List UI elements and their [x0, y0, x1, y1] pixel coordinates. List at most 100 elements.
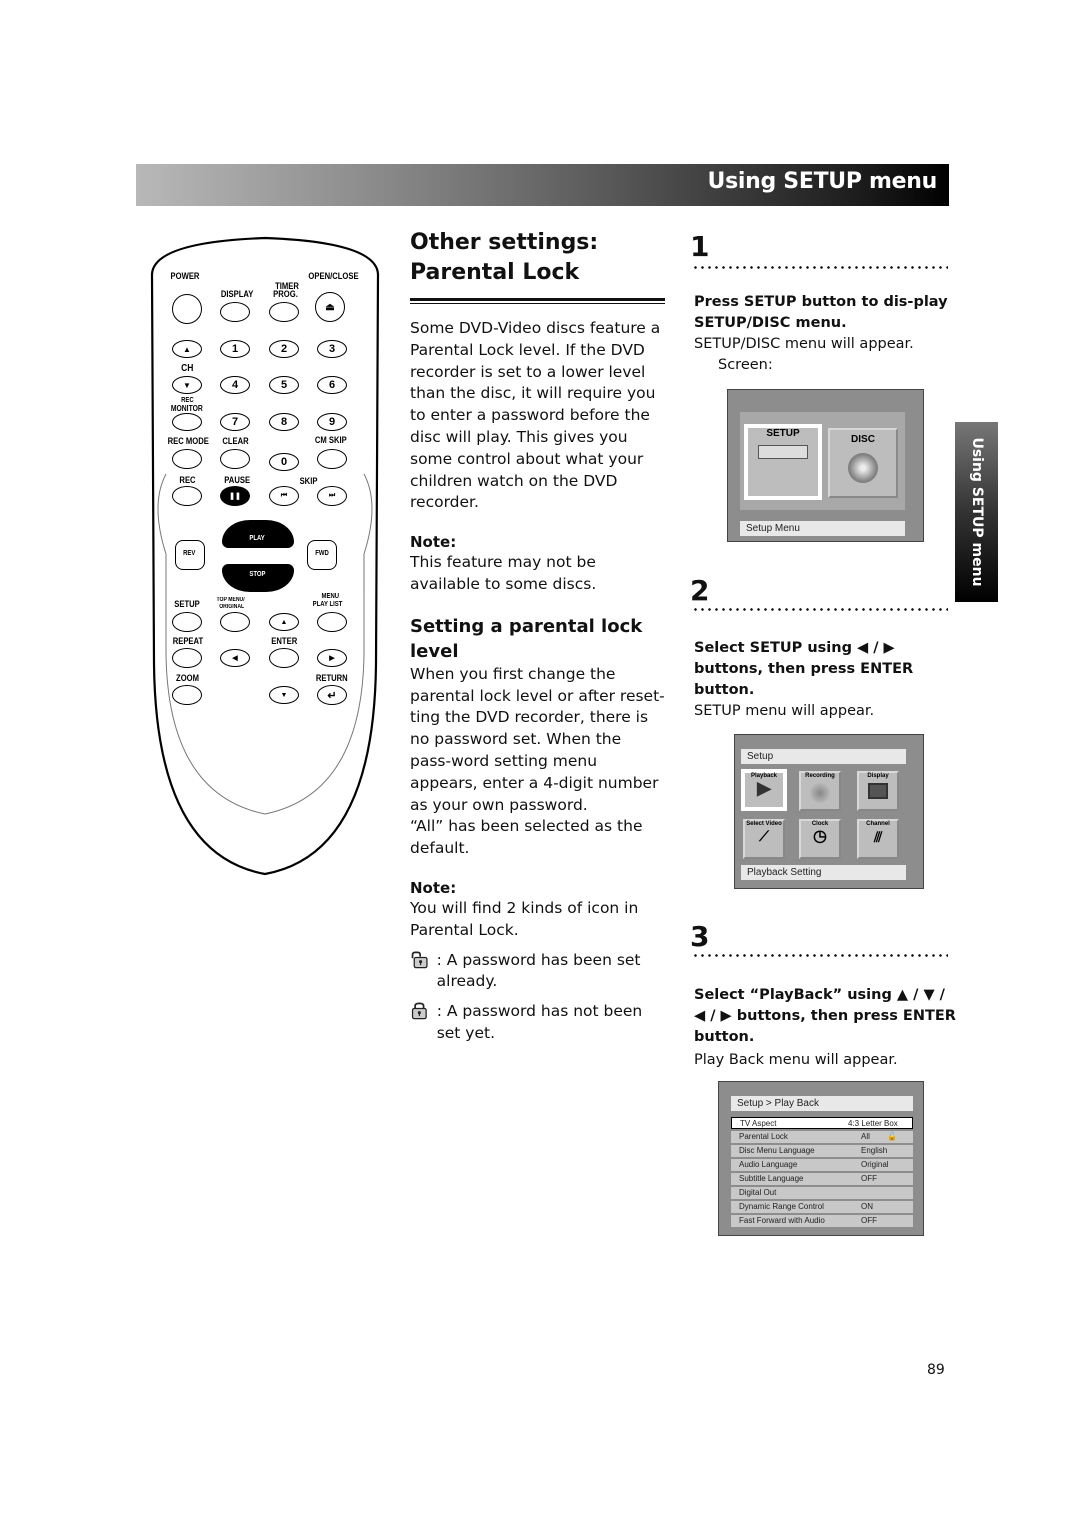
- settings-row[interactable]: Fast Forward with Audio OFF: [731, 1215, 913, 1227]
- ch-down-button[interactable]: ▼: [172, 376, 202, 394]
- digit-6-button[interactable]: 6: [317, 376, 347, 394]
- digit-2-button[interactable]: 2: [269, 340, 299, 358]
- digit-4-button[interactable]: 4: [220, 376, 250, 394]
- clock-tile[interactable]: Clock ◷: [799, 819, 841, 859]
- digit-8-button[interactable]: 8: [269, 413, 299, 431]
- step-3-result: Play Back menu will appear.: [694, 1052, 898, 1068]
- cable-icon: ⟋: [759, 828, 769, 844]
- step-3-divider: [692, 954, 948, 957]
- page-number: 89: [927, 1362, 945, 1378]
- up-arrow-button[interactable]: ▲: [269, 613, 299, 631]
- return-button[interactable]: ↵: [317, 685, 347, 705]
- note-2-text: You will find 2 kinds of icon in Parenta…: [410, 898, 639, 939]
- rec-monitor-label-2: MONITOR: [170, 404, 203, 413]
- rec-label: REC: [179, 475, 196, 485]
- skip-label: SKIP: [299, 476, 318, 486]
- settings-row[interactable]: Audio Language Original: [731, 1159, 913, 1171]
- step-3-text: Select “PlayBack” using ▲ / ▼ / ◀ / ▶ bu…: [694, 985, 956, 1071]
- step-1-instruction: Press SETUP button to dis-play SETUP/DIS…: [694, 294, 948, 331]
- icon-legend-item: : A password has been set already.: [410, 950, 665, 994]
- ch-label: CH: [181, 363, 194, 374]
- settings-row[interactable]: Disc Menu Language English: [731, 1145, 913, 1157]
- enter-label: ENTER: [271, 636, 298, 646]
- disc-tile[interactable]: DISC: [828, 428, 898, 498]
- setup-button[interactable]: [172, 612, 202, 632]
- prog-label: PROG.: [273, 289, 298, 299]
- skip-forward-button[interactable]: ⏭: [317, 486, 347, 506]
- digit-3-button[interactable]: 3: [317, 340, 347, 358]
- step-1-result: SETUP/DISC menu will appear.: [694, 336, 914, 352]
- disc-tile-label: DISC: [851, 434, 875, 445]
- top-menu-button[interactable]: [220, 612, 250, 632]
- timer-prog-button[interactable]: [269, 302, 299, 322]
- repeat-button[interactable]: [172, 648, 202, 668]
- recording-tile[interactable]: Recording: [799, 771, 841, 811]
- side-tab-label: Using SETUP menu: [968, 437, 985, 587]
- settings-row[interactable]: TV Aspect 4:3 Letter Box: [731, 1117, 913, 1129]
- settings-row-value: English: [861, 1146, 888, 1155]
- step-2-number: 2: [690, 574, 710, 607]
- ch-up-button[interactable]: ▲: [172, 340, 202, 358]
- display-icon: [868, 783, 888, 799]
- play-label: PLAY: [249, 535, 265, 542]
- skip-back-button[interactable]: ⏮: [269, 486, 299, 506]
- main-content: Other settings: Parental Lock Some DVD-V…: [410, 228, 665, 1045]
- clock-icon: ◷: [813, 828, 827, 845]
- settings-row-label: Disc Menu Language: [739, 1146, 815, 1155]
- digit-5-button[interactable]: 5: [269, 376, 299, 394]
- settings-row-label: Fast Forward with Audio: [739, 1216, 825, 1225]
- select-video-tile[interactable]: Select Video ⟋: [743, 819, 785, 859]
- step-3-number: 3: [690, 920, 710, 953]
- channel-tile[interactable]: Channel ⫻: [857, 819, 899, 859]
- rec-monitor-button[interactable]: [172, 413, 202, 431]
- settings-row-label: Parental Lock: [739, 1132, 788, 1141]
- cm-skip-label: CM SKIP: [314, 435, 347, 445]
- display-label: DISPLAY: [220, 289, 254, 299]
- digit-9-button[interactable]: 9: [317, 413, 347, 431]
- enter-button[interactable]: [269, 648, 299, 668]
- menu-play-list-button[interactable]: [317, 612, 347, 632]
- clear-label: CLEAR: [222, 436, 249, 446]
- section-paragraph: When you first change the parental lock …: [410, 664, 665, 814]
- fwd-label: FWD: [315, 550, 329, 557]
- playback-tile[interactable]: Playback ▶: [741, 769, 787, 811]
- down-arrow-button[interactable]: ▼: [269, 686, 299, 704]
- play-back-screen: Setup > Play Back TV Aspect 4:3 Letter Bo…: [718, 1081, 924, 1236]
- digit-0-button[interactable]: 0: [269, 453, 299, 471]
- settings-row[interactable]: Parental Lock All 🔓: [731, 1131, 913, 1143]
- section-heading: Setting a parental lock level: [410, 615, 643, 662]
- settings-row-label: Dynamic Range Control: [739, 1202, 824, 1211]
- open-close-button[interactable]: ⏏: [315, 292, 345, 322]
- cm-skip-button[interactable]: [317, 449, 347, 469]
- settings-row[interactable]: Subtitle Language OFF: [731, 1173, 913, 1185]
- rev-button[interactable]: REV: [175, 540, 205, 570]
- unlocked-padlock-icon: [411, 951, 428, 968]
- pause-button[interactable]: ❚❚: [220, 486, 250, 506]
- display-button[interactable]: [220, 302, 250, 322]
- pause-label: PAUSE: [224, 475, 251, 485]
- rec-mode-button[interactable]: [172, 449, 202, 469]
- top-menu-label-2: ORIGINAL: [219, 604, 245, 610]
- step-2-text: Select SETUP using ◀ / ▶ buttons, then p…: [694, 638, 956, 722]
- digit-7-button[interactable]: 7: [220, 413, 250, 431]
- rev-label: REV: [183, 550, 196, 557]
- display-tile[interactable]: Display: [857, 771, 899, 811]
- settings-row[interactable]: Digital Out: [731, 1187, 913, 1199]
- power-button[interactable]: [172, 294, 202, 324]
- remote-control-illustration: POWER DISPLAY TIMER PROG. OPEN/CLOSE ⏏ ▲…: [140, 224, 390, 884]
- right-arrow-button[interactable]: ▶: [317, 649, 347, 667]
- step-2-divider: [692, 608, 948, 611]
- digit-1-button[interactable]: 1: [220, 340, 250, 358]
- settings-row[interactable]: Dynamic Range Control ON: [731, 1201, 913, 1213]
- left-arrow-button[interactable]: ◀: [220, 649, 250, 667]
- settings-row-label: Subtitle Language: [739, 1174, 804, 1183]
- fwd-button[interactable]: FWD: [307, 540, 337, 570]
- disc-icon: [848, 453, 878, 483]
- zoom-button[interactable]: [172, 685, 202, 705]
- setup-tile[interactable]: SETUP: [744, 424, 822, 500]
- setup-tile-label: SETUP: [766, 428, 800, 439]
- rec-button[interactable]: [172, 486, 202, 506]
- locked-padlock-icon: [411, 1002, 427, 1020]
- play-button[interactable]: PLAY: [222, 520, 294, 548]
- clear-button[interactable]: [220, 449, 250, 469]
